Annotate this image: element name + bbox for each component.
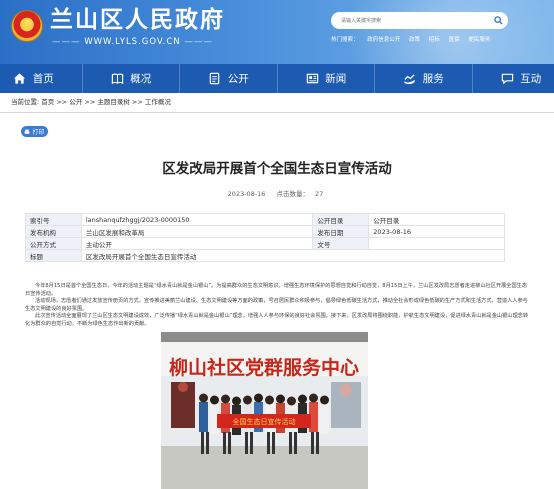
hot-search-link[interactable]: 招标 [429, 37, 440, 43]
hot-search-link[interactable]: 政策 [409, 37, 420, 43]
site-title[interactable]: 兰山区人民政府 [50, 6, 225, 34]
table-row: 公开方式 主动公开 文号 [25, 237, 505, 250]
article-info-table: 索引号 lanshanqufzhggj/2023-0000150 公开目录 公开… [25, 213, 506, 262]
table-key: 标题 [25, 249, 82, 262]
print-icon [25, 129, 30, 134]
breadcrumb-separator: >> [54, 98, 70, 106]
search-box [331, 12, 508, 29]
table-value: lanshanqufzhggj/2023-0000150 [80, 213, 314, 226]
breadcrumb-link[interactable]: 主题目录树 [97, 98, 130, 106]
table-key: 文号 [312, 237, 370, 250]
search-button[interactable] [492, 14, 505, 27]
nav-divider [276, 64, 278, 93]
table-row: 索引号 lanshanqufzhggj/2023-0000150 公开目录 公开… [25, 213, 505, 226]
breadcrumb-link[interactable]: 公开 [69, 98, 82, 106]
nav-divider [179, 64, 180, 93]
table-value: 主动公开 [80, 237, 314, 250]
main-nav: 首页 概况 公开 新闻 服务 互动 [0, 64, 554, 93]
table-row: 标题 区发改局开展首个全国生态日宣传活动 [25, 249, 506, 262]
table-key: 发布机构 [25, 225, 82, 238]
nav-item-interact[interactable]: 互动 [487, 64, 554, 93]
table-key: 公开目录 [312, 213, 370, 226]
header-glow [324, 0, 554, 64]
site-url: ——— WWW.LYLS.GOV.CN ——— [52, 37, 213, 47]
table-key: 发布日期 [312, 225, 370, 238]
hot-search: 热门搜索： 政府信息公开 政策 招标 医保 便民服务 [331, 36, 497, 44]
nav-divider [374, 64, 375, 93]
print-button[interactable]: 打印 [21, 126, 48, 137]
views-label: 点击数量： [276, 190, 310, 198]
nav-item-label: 服务 [422, 73, 444, 85]
table-row: 发布机构 兰山区发展和改革局 发布日期 2023-08-16 [25, 225, 505, 238]
print-label: 打印 [32, 129, 45, 136]
table-value [368, 237, 505, 250]
table-key: 索引号 [25, 213, 82, 226]
hot-search-link[interactable]: 医保 [449, 37, 460, 43]
hot-search-link[interactable]: 政府信息公开 [367, 37, 400, 43]
site-header: ★ 兰山区人民政府 ——— WWW.LYLS.GOV.CN ——— 热门搜索： … [0, 0, 554, 64]
document-icon [208, 72, 222, 86]
nav-item-public[interactable]: 公开 [195, 64, 262, 93]
article-title: 区发改局开展首个全国生态日宣传活动 [162, 161, 392, 177]
article-photo: 柳山社区党群服务中心 全国生态日宣传活动 [161, 332, 368, 489]
table-value: 2023-08-16 [368, 225, 505, 238]
search-input[interactable] [341, 15, 481, 26]
home-icon [13, 72, 27, 86]
nav-item-service[interactable]: 服务 [390, 64, 457, 93]
article-body: 今年8月15日是首个全国生态日，今年的活动主题是“绿水青山就是金山银山”。为提高… [25, 283, 528, 329]
breadcrumb-separator: >> [82, 98, 98, 106]
article-meta: 2023-08-16 点击数量： 27 [0, 190, 554, 199]
breadcrumb-prefix: 当前位置: [11, 98, 40, 106]
hot-search-link[interactable]: 便民服务 [468, 37, 490, 43]
article-paragraph: 此次宣传活动全面展现了兰山区生态文明建设成效，广泛传播“绿水青山就是金山银山”理… [25, 313, 529, 327]
table-key: 公开方式 [25, 237, 82, 250]
nav-divider [471, 64, 473, 93]
nav-item-news[interactable]: 新闻 [292, 64, 359, 93]
table-value: 兰山区发展和改革局 [80, 225, 314, 238]
article-views: 点击数量： 27 [274, 190, 327, 198]
search-icon [494, 16, 503, 25]
national-emblem-icon[interactable]: ★ [11, 10, 43, 42]
nav-item-overview[interactable]: 概况 [97, 64, 164, 93]
newspaper-icon [305, 72, 319, 86]
views-count: 27 [315, 190, 324, 198]
breadcrumb-link[interactable]: 首页 [41, 98, 54, 106]
nav-item-label: 概况 [130, 73, 152, 85]
photo-building-sign: 柳山社区党群服务中心 [169, 356, 359, 379]
book-icon [110, 72, 124, 86]
breadcrumb: 当前位置: 首页 >> 公开 >> 主题目录树 >> 工作概况 [11, 98, 171, 107]
activity-photo: 柳山社区党群服务中心 全国生态日宣传活动 [161, 332, 368, 489]
nav-item-label: 公开 [227, 73, 249, 85]
nav-item-label: 首页 [32, 73, 54, 85]
nav-item-label: 新闻 [325, 73, 347, 85]
nav-item-home[interactable]: 首页 [0, 64, 67, 93]
table-value: 公开目录 [368, 213, 505, 226]
hot-search-label: 热门搜索： [331, 37, 359, 43]
photo-banner-text: 全国生态日宣传活动 [233, 417, 296, 426]
table-value: 区发改局开展首个全国生态日宣传活动 [80, 249, 506, 262]
article-paragraph: 活动现场，志愿者们通过发放宣传册页的方式，宣传推进美丽兰山建设、生态文明建设等方… [25, 298, 528, 312]
breadcrumb-divider [0, 112, 554, 113]
breadcrumb-separator: >> [129, 98, 145, 106]
article-date: 2023-08-16 [227, 190, 266, 198]
breadcrumb-link[interactable]: 工作概况 [145, 98, 171, 106]
chat-icon [500, 72, 514, 86]
article-paragraph: 今年8月15日是首个全国生态日，今年的活动主题是“绿水青山就是金山银山”。为提高… [25, 283, 528, 297]
nav-item-label: 互动 [520, 73, 542, 85]
nav-divider [81, 64, 83, 93]
service-icon [403, 72, 417, 86]
